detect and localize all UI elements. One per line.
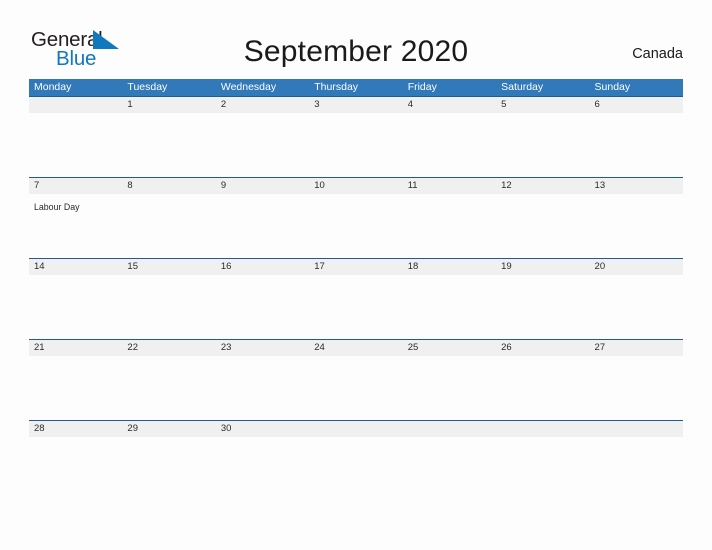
day-cell[interactable]: [496, 194, 589, 258]
day-cell[interactable]: [309, 113, 402, 177]
day-cell[interactable]: [590, 194, 683, 258]
weekday-tuesday: Tuesday: [127, 81, 168, 93]
day-number[interactable]: 14: [29, 259, 122, 275]
weekday-header-row: Monday Tuesday Wednesday Thursday Friday…: [29, 79, 683, 96]
week-event-area: [29, 275, 683, 339]
day-cell[interactable]: [496, 437, 589, 501]
week-date-band: 7 8 9 10 11 12 13: [29, 178, 683, 194]
day-cell[interactable]: [403, 113, 496, 177]
day-cell[interactable]: [403, 356, 496, 420]
day-number[interactable]: 21: [29, 340, 122, 356]
day-number[interactable]: 13: [590, 178, 683, 194]
day-number[interactable]: [29, 97, 122, 113]
week-event-area: [29, 356, 683, 420]
week-row: 7 8 9 10 11 12 13 Labour Day: [29, 177, 683, 258]
day-number[interactable]: 6: [590, 97, 683, 113]
day-cell[interactable]: [403, 437, 496, 501]
day-number[interactable]: 29: [122, 421, 215, 437]
day-cell[interactable]: [216, 194, 309, 258]
weekday-sunday: Sunday: [594, 81, 631, 93]
day-number[interactable]: 17: [309, 259, 402, 275]
day-cell[interactable]: [309, 437, 402, 501]
day-number[interactable]: 26: [496, 340, 589, 356]
weekday-wednesday: Wednesday: [220, 81, 277, 93]
day-number[interactable]: 4: [403, 97, 496, 113]
week-date-band: 28 29 30: [29, 421, 683, 437]
page-header: General Blue September 2020 Canada: [0, 0, 712, 79]
day-cell[interactable]: [496, 275, 589, 339]
day-number[interactable]: [496, 421, 589, 437]
day-number[interactable]: 10: [309, 178, 402, 194]
week-event-area: Labour Day: [29, 194, 683, 258]
day-number[interactable]: 24: [309, 340, 402, 356]
day-cell[interactable]: [590, 437, 683, 501]
day-cell[interactable]: [122, 113, 215, 177]
day-number[interactable]: 20: [590, 259, 683, 275]
day-cell[interactable]: [496, 113, 589, 177]
day-cell[interactable]: [309, 194, 402, 258]
day-number[interactable]: 27: [590, 340, 683, 356]
day-number[interactable]: 30: [216, 421, 309, 437]
day-number[interactable]: 18: [403, 259, 496, 275]
day-cell[interactable]: [29, 437, 122, 501]
day-number[interactable]: 25: [403, 340, 496, 356]
day-number[interactable]: 9: [216, 178, 309, 194]
day-number[interactable]: 11: [403, 178, 496, 194]
weekday-monday: Monday: [34, 81, 72, 93]
day-cell[interactable]: Labour Day: [29, 194, 122, 258]
day-number[interactable]: 16: [216, 259, 309, 275]
day-number[interactable]: 5: [496, 97, 589, 113]
event-label: Labour Day: [34, 202, 80, 212]
day-number[interactable]: 15: [122, 259, 215, 275]
day-number[interactable]: 2: [216, 97, 309, 113]
day-cell[interactable]: [216, 275, 309, 339]
week-date-band: 1 2 3 4 5 6: [29, 97, 683, 113]
week-row: 28 29 30: [29, 420, 683, 501]
calendar-grid: Monday Tuesday Wednesday Thursday Friday…: [29, 79, 683, 501]
weekday-friday: Friday: [407, 81, 437, 93]
day-cell[interactable]: [216, 437, 309, 501]
day-cell[interactable]: [122, 275, 215, 339]
day-cell[interactable]: [590, 113, 683, 177]
page-title: September 2020: [243, 35, 469, 68]
day-number[interactable]: 7: [29, 178, 122, 194]
day-cell[interactable]: [403, 275, 496, 339]
day-cell[interactable]: [29, 275, 122, 339]
week-row: 14 15 16 17 18 19 20: [29, 258, 683, 339]
week-event-area: [29, 437, 683, 501]
day-cell[interactable]: [590, 356, 683, 420]
day-cell[interactable]: [122, 356, 215, 420]
week-date-band: 21 22 23 24 25 26 27: [29, 340, 683, 356]
week-row: 21 22 23 24 25 26 27: [29, 339, 683, 420]
day-number[interactable]: 3: [309, 97, 402, 113]
day-cell[interactable]: [309, 275, 402, 339]
calendar-page: General Blue September 2020 Canada Monda…: [0, 0, 712, 550]
day-number[interactable]: [403, 421, 496, 437]
country-label: Canada: [632, 46, 683, 62]
week-event-area: [29, 113, 683, 177]
day-cell[interactable]: [496, 356, 589, 420]
day-cell[interactable]: [216, 356, 309, 420]
day-cell[interactable]: [216, 113, 309, 177]
day-number[interactable]: [590, 421, 683, 437]
day-cell[interactable]: [29, 356, 122, 420]
week-row: 1 2 3 4 5 6: [29, 96, 683, 177]
week-date-band: 14 15 16 17 18 19 20: [29, 259, 683, 275]
day-number[interactable]: 28: [29, 421, 122, 437]
weekday-saturday: Saturday: [501, 81, 544, 93]
day-number[interactable]: 23: [216, 340, 309, 356]
day-cell[interactable]: [590, 275, 683, 339]
day-cell[interactable]: [122, 194, 215, 258]
day-number[interactable]: 19: [496, 259, 589, 275]
day-cell[interactable]: [403, 194, 496, 258]
day-number[interactable]: 22: [122, 340, 215, 356]
day-cell[interactable]: [122, 437, 215, 501]
weekday-thursday: Thursday: [314, 81, 359, 93]
day-number[interactable]: 1: [122, 97, 215, 113]
day-number[interactable]: 12: [496, 178, 589, 194]
day-cell[interactable]: [29, 113, 122, 177]
day-number[interactable]: 8: [122, 178, 215, 194]
day-cell[interactable]: [309, 356, 402, 420]
day-number[interactable]: [309, 421, 402, 437]
